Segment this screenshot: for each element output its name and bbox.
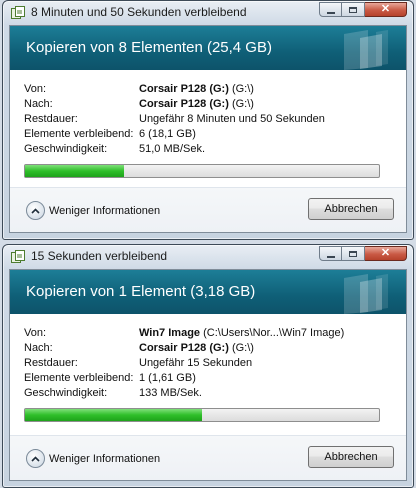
speed-value: 51,0 MB/Sek. xyxy=(139,143,206,155)
copy-header-title: Kopieren von 8 Elementen (25,4 GB) xyxy=(26,39,272,56)
speed-value: 133 MB/Sek. xyxy=(139,387,202,399)
from-row: Von: Corsair P128 (G:) (G:\) xyxy=(24,82,406,97)
close-icon: ✕ xyxy=(380,3,391,15)
file-transfer-art-icon xyxy=(344,274,388,314)
less-info-label: Weniger Informationen xyxy=(49,204,161,217)
details-list: Von: Win7 Image (C:\Users\Nor...\Win7 Im… xyxy=(10,314,406,401)
dialog-footer: Weniger Informationen Abbrechen xyxy=(10,435,406,480)
remaining-label: Restdauer: xyxy=(24,113,78,125)
dialog-footer: Weniger Informationen Abbrechen xyxy=(10,187,406,232)
window-title: 15 Sekunden verbleibend xyxy=(31,249,168,263)
window-controls: ✕ xyxy=(319,246,407,262)
remaining-value: Ungefähr 8 Minuten und 50 Sekunden xyxy=(139,113,325,125)
speed-row: Geschwindigkeit: 51,0 MB/Sek. xyxy=(24,142,406,157)
to-detail: (G:\) xyxy=(231,342,254,354)
title-bar[interactable]: 8 Minuten und 50 Sekunden verbleibend ✕ xyxy=(3,1,413,25)
copy-dialog-1: 8 Minuten und 50 Sekunden verbleibend ✕ … xyxy=(2,0,414,240)
remaining-label: Restdauer: xyxy=(24,357,78,369)
window-title: 8 Minuten und 50 Sekunden verbleibend xyxy=(31,5,247,19)
copy-window-icon xyxy=(11,6,25,19)
progress-fill xyxy=(25,409,202,421)
close-icon: ✕ xyxy=(380,247,391,259)
remaining-row: Restdauer: Ungefähr 15 Sekunden xyxy=(24,356,406,371)
speed-row: Geschwindigkeit: 133 MB/Sek. xyxy=(24,386,406,401)
to-value: Corsair P128 (G:) (G:\) xyxy=(139,97,254,112)
to-label: Nach: xyxy=(24,342,53,354)
to-name: Corsair P128 (G:) xyxy=(139,98,229,110)
items-left-value: 1 (1,61 GB) xyxy=(139,372,196,384)
file-transfer-art-icon xyxy=(344,30,388,70)
progress-bar xyxy=(24,164,380,178)
minimize-icon xyxy=(326,11,335,14)
from-label: Von: xyxy=(24,83,47,95)
chevron-up-icon xyxy=(26,449,45,468)
close-button[interactable]: ✕ xyxy=(365,246,407,261)
maximize-icon xyxy=(349,250,357,257)
speed-label: Geschwindigkeit: xyxy=(24,143,108,155)
progress-fill xyxy=(25,165,125,177)
less-info-toggle[interactable]: Weniger Informationen xyxy=(26,201,160,220)
maximize-button[interactable] xyxy=(342,2,365,17)
from-label: Von: xyxy=(24,327,47,339)
items-left-label: Elemente verbleibend: xyxy=(24,372,134,384)
remaining-row: Restdauer: Ungefähr 8 Minuten und 50 Sek… xyxy=(24,112,406,127)
maximize-button[interactable] xyxy=(342,246,365,261)
from-name: Win7 Image xyxy=(139,327,201,339)
progress-bar xyxy=(24,408,380,422)
to-row: Nach: Corsair P128 (G:) (G:\) xyxy=(24,97,406,112)
less-info-toggle[interactable]: Weniger Informationen xyxy=(26,449,160,468)
close-button[interactable]: ✕ xyxy=(365,2,407,17)
from-row: Von: Win7 Image (C:\Users\Nor...\Win7 Im… xyxy=(24,326,406,341)
to-value: Corsair P128 (G:) (G:\) xyxy=(139,341,254,356)
header-band: Kopieren von 1 Element (3,18 GB) xyxy=(10,270,406,314)
cancel-button[interactable]: Abbrechen xyxy=(308,446,394,468)
minimize-button[interactable] xyxy=(319,246,342,261)
window-controls: ✕ xyxy=(319,2,407,18)
items-left-value: 6 (18,1 GB) xyxy=(139,128,196,140)
minimize-button[interactable] xyxy=(319,2,342,17)
maximize-icon xyxy=(349,6,357,13)
title-bar[interactable]: 15 Sekunden verbleibend ✕ xyxy=(3,245,413,269)
copy-dialog-2: 15 Sekunden verbleibend ✕ Kopieren von 1… xyxy=(2,244,414,488)
copy-header-title: Kopieren von 1 Element (3,18 GB) xyxy=(26,283,256,300)
less-info-label: Weniger Informationen xyxy=(49,452,161,465)
minimize-icon xyxy=(326,255,335,258)
header-band: Kopieren von 8 Elementen (25,4 GB) xyxy=(10,26,406,70)
from-detail: (G:\) xyxy=(231,83,254,95)
to-detail: (G:\) xyxy=(231,98,254,110)
to-row: Nach: Corsair P128 (G:) (G:\) xyxy=(24,341,406,356)
remaining-value: Ungefähr 15 Sekunden xyxy=(139,357,253,369)
dialog-content: Kopieren von 8 Elementen (25,4 GB) Von: … xyxy=(9,25,407,233)
cancel-button[interactable]: Abbrechen xyxy=(308,198,394,220)
items-left-row: Elemente verbleibend: 1 (1,61 GB) xyxy=(24,371,406,386)
dialog-content: Kopieren von 1 Element (3,18 GB) Von: Wi… xyxy=(9,269,407,481)
speed-label: Geschwindigkeit: xyxy=(24,387,108,399)
copy-window-icon xyxy=(11,250,25,263)
from-value: Win7 Image (C:\Users\Nor...\Win7 Image) xyxy=(139,326,344,341)
from-name: Corsair P128 (G:) xyxy=(139,83,229,95)
to-name: Corsair P128 (G:) xyxy=(139,342,229,354)
details-list: Von: Corsair P128 (G:) (G:\) Nach: Corsa… xyxy=(10,70,406,157)
items-left-row: Elemente verbleibend: 6 (18,1 GB) xyxy=(24,127,406,142)
to-label: Nach: xyxy=(24,98,53,110)
chevron-up-icon xyxy=(26,201,45,220)
from-detail: (C:\Users\Nor...\Win7 Image) xyxy=(203,327,345,339)
items-left-label: Elemente verbleibend: xyxy=(24,128,134,140)
from-value: Corsair P128 (G:) (G:\) xyxy=(139,82,254,97)
